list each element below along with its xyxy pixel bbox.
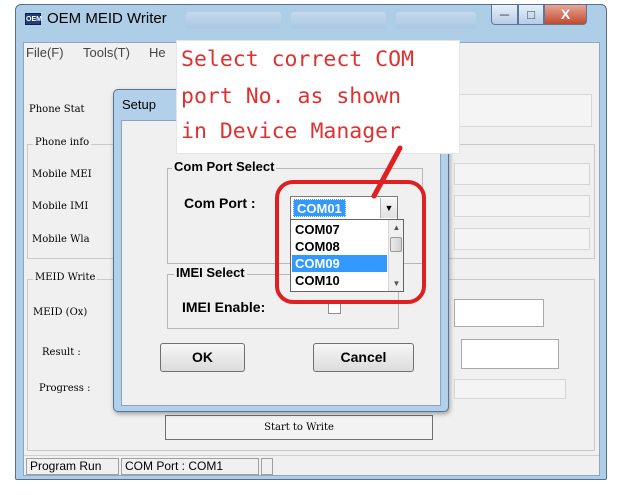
mobile-wlan-field: [454, 228, 590, 250]
progress-bar: [454, 379, 566, 399]
result-field: [461, 339, 559, 369]
maximize-icon: □: [527, 7, 535, 22]
title-bar[interactable]: OEM OEM MEID Writer ─ □ X: [16, 5, 606, 35]
result-label: Result :: [42, 347, 81, 358]
status-com-port: COM Port : COM1: [121, 458, 259, 475]
mobile-wlan-label: Mobile Wla: [32, 234, 90, 245]
minimize-icon: ─: [499, 7, 510, 22]
phone-status-field: [454, 94, 592, 127]
status-bar: Program Run COM Port : COM1: [24, 455, 599, 475]
blurred-title-area: [291, 12, 386, 29]
dialog-title: Setup: [122, 97, 156, 112]
close-icon: X: [560, 6, 571, 22]
imei-enable-label: IMEI Enable:: [182, 299, 266, 315]
com-port-label: Com Port :: [184, 195, 256, 211]
blurred-title-area: [186, 12, 281, 29]
start-to-write-button[interactable]: Start to Write: [165, 415, 433, 440]
annotation-callout: Select correct COM port No. as shown in …: [176, 40, 460, 154]
annotation-line-1: Select correct COM: [181, 47, 414, 72]
status-program: Program Run: [26, 458, 119, 475]
phone-status-label: Phone Stat: [29, 104, 85, 115]
app-icon: OEM: [25, 13, 42, 25]
blurred-title-area: [396, 12, 476, 29]
com-port-group-title: Com Port Select: [172, 159, 277, 174]
menu-file[interactable]: File(F): [26, 45, 64, 60]
ok-button[interactable]: OK: [160, 343, 245, 372]
progress-label: Progress :: [39, 383, 91, 394]
status-empty-cell: [261, 458, 273, 475]
minimize-button[interactable]: ─: [491, 5, 518, 25]
menu-help[interactable]: He: [149, 45, 166, 60]
meid-label: MEID (Ox): [33, 307, 88, 318]
maximize-button[interactable]: □: [518, 5, 544, 25]
mobile-imei-field: [454, 195, 590, 217]
cancel-button[interactable]: Cancel: [313, 343, 414, 372]
window-title: OEM MEID Writer: [47, 10, 167, 27]
close-button[interactable]: X: [544, 5, 587, 25]
imei-select-group-title: IMEI Select: [174, 265, 247, 280]
mobile-meid-field: [454, 163, 590, 185]
meid-input[interactable]: [454, 299, 544, 327]
annotation-line-2: port No. as shown: [181, 84, 402, 109]
phone-info-group-title: Phone info: [33, 137, 92, 148]
meid-write-group-title: MEID Write: [33, 272, 98, 283]
mobile-imei-label: Mobile IMI: [32, 201, 89, 212]
menu-tools[interactable]: Tools(T): [83, 45, 130, 60]
annotation-highlight-ring: [275, 180, 426, 304]
mobile-meid-label: Mobile MEI: [32, 169, 92, 180]
